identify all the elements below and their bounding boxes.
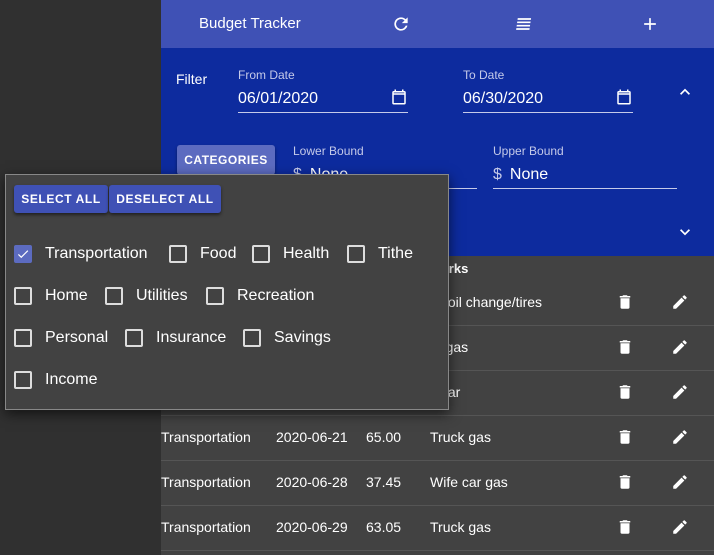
select-all-button[interactable]: SELECT ALL (14, 185, 108, 213)
edit-icon[interactable] (668, 515, 692, 539)
category-label: Income (45, 371, 98, 388)
edit-icon[interactable] (668, 335, 692, 359)
category-checkbox-tithe[interactable]: Tithe (347, 242, 413, 266)
calendar-icon[interactable] (390, 88, 408, 111)
category-checkbox-home[interactable]: Home (14, 284, 88, 308)
category-label: Utilities (136, 287, 188, 304)
cell-date: 2020-06-29 (276, 519, 348, 535)
edit-icon[interactable] (668, 290, 692, 314)
category-label: Home (45, 287, 88, 304)
checkbox-checked-icon[interactable] (14, 245, 32, 263)
category-label: Transportation (45, 245, 148, 262)
delete-icon[interactable] (613, 335, 637, 359)
category-label: Health (283, 245, 330, 262)
category-label: Insurance (156, 329, 227, 346)
upper-bound-value: None (509, 166, 549, 183)
upper-bound-input[interactable]: $ None (493, 162, 677, 189)
checkbox-unchecked-icon[interactable] (125, 329, 143, 347)
delete-icon[interactable] (613, 470, 637, 494)
cell-amount: 37.45 (366, 474, 402, 490)
checkbox-unchecked-icon[interactable] (243, 329, 261, 347)
to-date-label: To Date (463, 68, 505, 82)
delete-icon[interactable] (613, 515, 637, 539)
category-label: Personal (45, 329, 109, 346)
upper-bound-label: Upper Bound (493, 144, 564, 158)
cell-date: 2020-06-28 (276, 474, 348, 490)
app-bar: Budget Tracker (161, 0, 714, 48)
add-icon[interactable] (638, 12, 662, 36)
chevron-down-icon[interactable] (673, 220, 697, 244)
category-label: Food (200, 245, 237, 262)
cell-amount: 65.00 (366, 429, 402, 445)
app-title: Budget Tracker (199, 15, 301, 32)
category-checkbox-food[interactable]: Food (169, 242, 236, 266)
category-checkbox-personal[interactable]: Personal (14, 326, 108, 350)
cell-category: Transportation (161, 519, 251, 535)
to-date-value: 06/30/2020 (463, 90, 544, 107)
category-checkbox-recreation[interactable]: Recreation (206, 284, 314, 308)
filter-label: Filter (176, 71, 208, 87)
category-checkbox-income[interactable]: Income (14, 368, 97, 392)
refresh-icon[interactable] (389, 12, 413, 36)
chevron-up-icon[interactable] (673, 80, 697, 104)
deselect-all-button[interactable]: DESELECT ALL (109, 185, 221, 213)
cell-remarks: Truck gas (430, 519, 491, 535)
edit-icon[interactable] (668, 380, 692, 404)
table-row: Transportation 2020-06-29 63.05 Truck gas (161, 505, 714, 551)
checkbox-unchecked-icon[interactable] (14, 329, 32, 347)
cell-amount: 63.05 (366, 519, 402, 535)
cell-remarks: Wife car gas (430, 474, 508, 490)
checkbox-unchecked-icon[interactable] (14, 371, 32, 389)
category-label: Savings (274, 329, 331, 346)
category-popover: SELECT ALL DESELECT ALL Transportation Fo… (5, 174, 449, 410)
category-checkbox-savings[interactable]: Savings (243, 326, 331, 350)
cell-category: Transportation (161, 429, 251, 445)
category-checkbox-transportation[interactable]: Transportation (14, 242, 148, 266)
category-label: Recreation (237, 287, 315, 304)
checkbox-unchecked-icon[interactable] (252, 245, 270, 263)
checkbox-unchecked-icon[interactable] (14, 287, 32, 305)
calendar-icon[interactable] (615, 88, 633, 111)
delete-icon[interactable] (613, 290, 637, 314)
sort-icon[interactable] (513, 12, 537, 36)
checkbox-unchecked-icon[interactable] (206, 287, 224, 305)
delete-icon[interactable] (613, 380, 637, 404)
checkbox-unchecked-icon[interactable] (347, 245, 365, 263)
category-label: Tithe (378, 245, 413, 262)
category-checkbox-health[interactable]: Health (252, 242, 329, 266)
cell-category: Transportation (161, 474, 251, 490)
category-checkbox-utilities[interactable]: Utilities (105, 284, 188, 308)
cell-date: 2020-06-21 (276, 429, 348, 445)
delete-icon[interactable] (613, 425, 637, 449)
table-row: Transportation 2020-06-28 37.45 Wife car ga… (161, 460, 714, 506)
cell-remarks: Truck gas (430, 429, 491, 445)
currency-symbol: $ (493, 166, 502, 183)
table-row: Transportation 2020-06-21 65.00 Truck gas (161, 415, 714, 461)
categories-button[interactable]: CATEGORIES (177, 145, 275, 175)
edit-icon[interactable] (668, 470, 692, 494)
lower-bound-label: Lower Bound (293, 144, 364, 158)
to-date-input[interactable]: 06/30/2020 (463, 86, 633, 113)
from-date-input[interactable]: 06/01/2020 (238, 86, 408, 113)
checkbox-unchecked-icon[interactable] (105, 287, 123, 305)
from-date-value: 06/01/2020 (238, 90, 319, 107)
edit-icon[interactable] (668, 425, 692, 449)
from-date-label: From Date (238, 68, 295, 82)
category-checkbox-insurance[interactable]: Insurance (125, 326, 226, 350)
checkbox-unchecked-icon[interactable] (169, 245, 187, 263)
